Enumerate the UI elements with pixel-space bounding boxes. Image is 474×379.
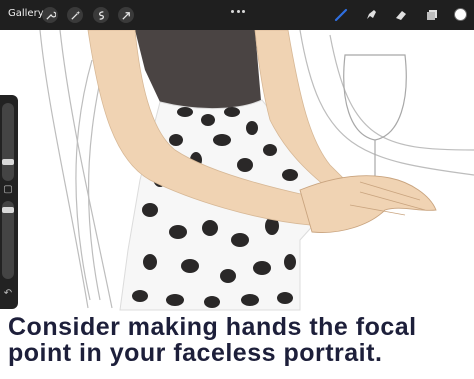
magic-wand-icon[interactable] xyxy=(67,7,83,23)
undo-button[interactable]: ↶ xyxy=(2,287,14,299)
smudge-icon[interactable] xyxy=(363,7,379,23)
color-swatch[interactable] xyxy=(454,8,467,21)
selection-icon[interactable] xyxy=(93,7,109,23)
gallery-button[interactable]: Gallery xyxy=(8,8,44,20)
transform-arrow-icon[interactable] xyxy=(118,7,134,23)
more-options-icon[interactable] xyxy=(231,10,245,16)
brush-size-slider[interactable] xyxy=(2,103,14,181)
left-sidebar: ▢ ↶ xyxy=(0,95,18,309)
brush-size-handle[interactable] xyxy=(2,159,14,165)
caption-line-2: point in your faceless portrait. xyxy=(8,339,383,367)
layers-icon[interactable] xyxy=(424,7,440,23)
modify-button[interactable]: ▢ xyxy=(2,183,14,195)
brush-icon[interactable] xyxy=(333,7,349,23)
caption-text: Consider making hands the focal point in… xyxy=(8,314,468,366)
eraser-icon[interactable] xyxy=(393,7,409,23)
wrench-icon[interactable] xyxy=(42,7,58,23)
caption-line-1: Consider making hands the focal xyxy=(8,313,417,341)
top-toolbar: Gallery xyxy=(0,0,474,30)
opacity-slider[interactable] xyxy=(2,201,14,279)
opacity-handle[interactable] xyxy=(2,207,14,213)
